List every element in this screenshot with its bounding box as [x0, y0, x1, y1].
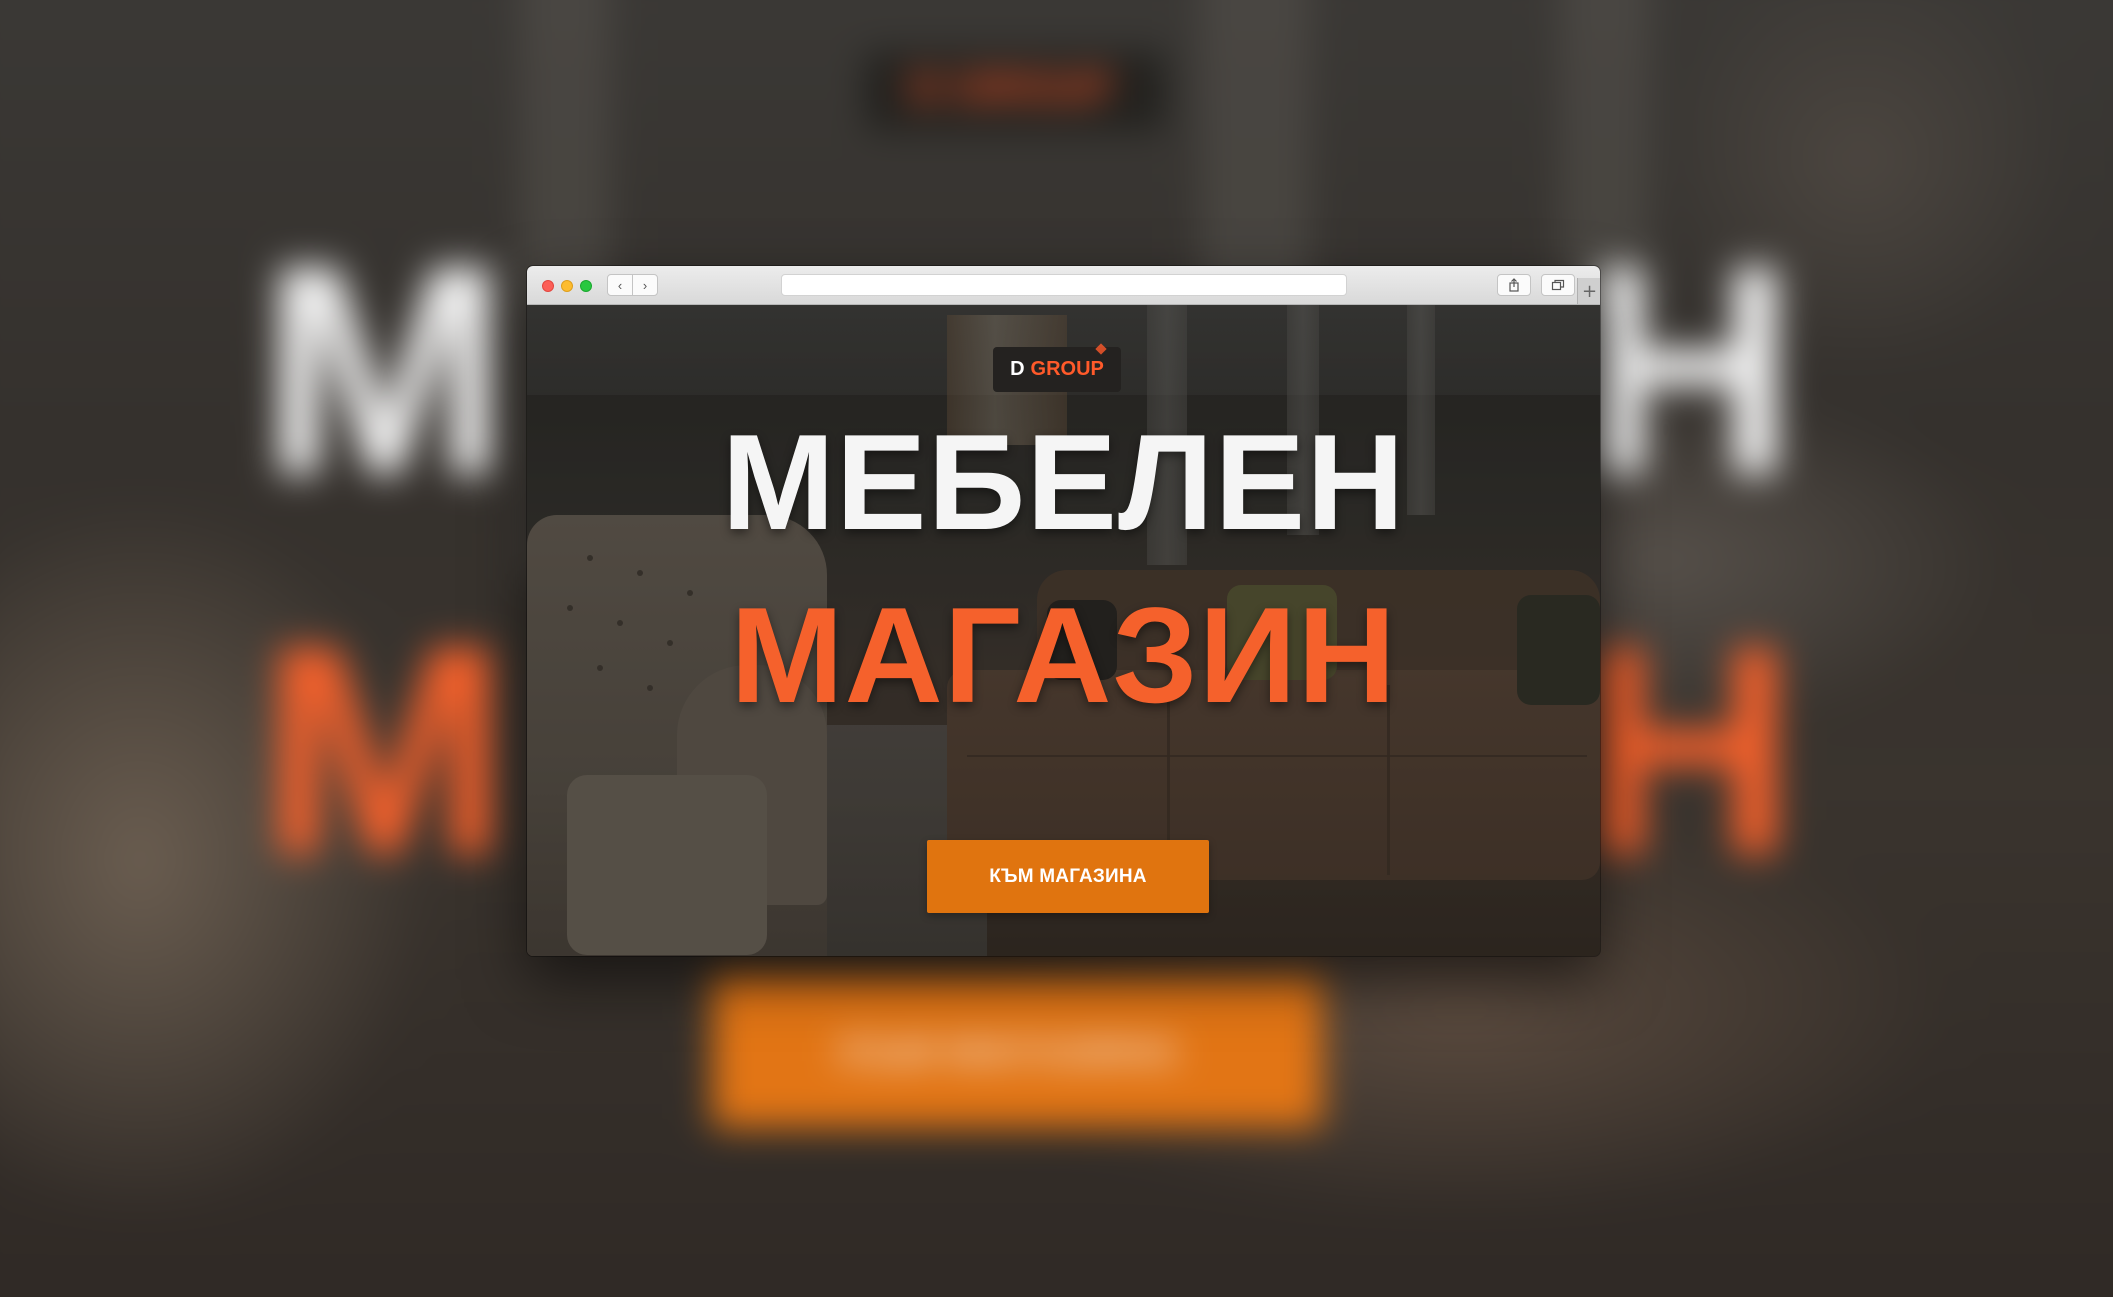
minimize-icon[interactable] — [561, 280, 573, 292]
chevron-right-icon: › — [642, 277, 648, 293]
new-tab-button[interactable]: + — [1577, 278, 1600, 304]
background-button-text: КЪМ МАГАЗИНА — [840, 1030, 1179, 1074]
zoom-icon[interactable] — [580, 280, 592, 292]
background-headline-left-1: М — [260, 202, 510, 538]
chevron-left-icon: ‹ — [617, 277, 623, 293]
shop-button[interactable]: КЪМ МАГАЗИНА — [927, 840, 1209, 913]
background-headline-left-2: М — [260, 582, 510, 918]
back-button[interactable]: ‹ — [607, 274, 633, 296]
browser-window: ‹ › + D GROUP МЕБЕЛЕН МАГАЗИН КЪМ МАГАЗИ… — [527, 266, 1600, 956]
hero-headline-line1: МЕБЕЛЕН — [721, 406, 1406, 558]
logo-word-group: GROUP — [1030, 358, 1104, 380]
share-button[interactable] — [1497, 274, 1531, 296]
web-page: D GROUP МЕБЕЛЕН МАГАЗИН КЪМ МАГАЗИНА — [527, 305, 1600, 956]
logo-letter-d: D — [1010, 358, 1025, 380]
tabs-icon — [1551, 279, 1565, 291]
close-icon[interactable] — [542, 280, 554, 292]
background-logo-text: D GROUP — [910, 64, 1114, 111]
background-headline-right-1: Н — [1580, 202, 1797, 538]
forward-button[interactable]: › — [632, 274, 658, 296]
browser-titlebar: ‹ › + — [527, 266, 1600, 305]
background-headline-right-2: Н — [1580, 582, 1797, 918]
plus-icon: + — [1581, 280, 1598, 302]
share-icon — [1509, 278, 1519, 292]
address-bar[interactable] — [781, 274, 1347, 296]
tabs-overview-button[interactable] — [1541, 274, 1575, 296]
screenshot-stage: D GROUP М Н М Н КЪМ МАГАЗИНА ‹ › + D GRO… — [0, 0, 2113, 1297]
hero-headline-line2: МАГАЗИН — [730, 579, 1397, 731]
